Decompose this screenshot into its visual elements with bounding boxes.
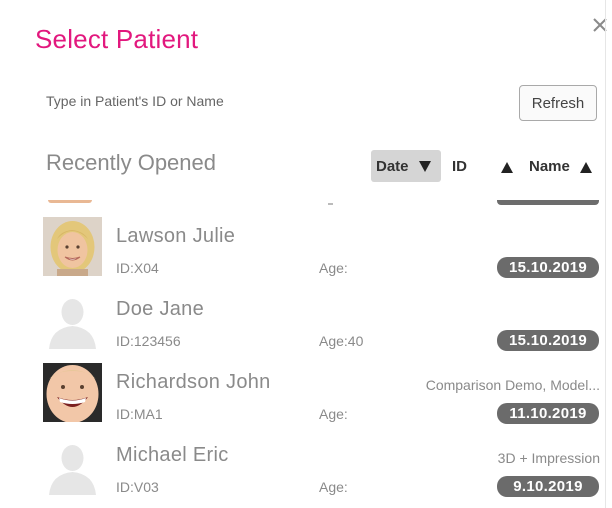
close-icon[interactable] <box>589 14 611 36</box>
patient-note: 3D + Impression <box>497 450 600 466</box>
patient-name: Doe Jane <box>116 298 205 320</box>
dialog-title: Select Patient <box>35 24 199 54</box>
patient-photo-icon <box>43 363 102 422</box>
sort-descending-icon <box>418 160 431 172</box>
patient-name: Lawson Julie <box>116 225 236 247</box>
date-badge: 9.10.2019 <box>497 476 599 497</box>
user-placeholder-icon <box>49 445 96 495</box>
avatar <box>43 436 102 495</box>
list-item[interactable]: Michael Eric 3D + Impression ID:V03 Age:… <box>0 419 606 497</box>
avatar <box>43 363 102 422</box>
patient-name: Richardson John <box>116 371 271 393</box>
list-item[interactable]: Richardson John Comparison Demo, Model..… <box>0 346 606 424</box>
sort-by-date-button[interactable]: Date <box>371 150 441 182</box>
patient-photo-icon <box>43 217 102 276</box>
sort-ascending-icon[interactable] <box>580 162 592 173</box>
sort-by-name-button[interactable]: Name <box>529 158 570 175</box>
list-item[interactable]: Doe Jane ID:123456 Age:40 15.10.2019 <box>0 273 606 351</box>
list-item[interactable]: Lawson Julie ID:X04 Age: 15.10.2019 <box>0 200 606 278</box>
patient-id: ID:V03 <box>116 479 159 495</box>
avatar <box>43 217 102 276</box>
patient-age: Age: <box>319 479 348 495</box>
sort-ascending-icon[interactable] <box>501 162 513 173</box>
sort-date-label: Date <box>376 157 409 175</box>
avatar <box>43 290 102 349</box>
refresh-button[interactable]: Refresh <box>519 85 597 121</box>
search-input[interactable]: Type in Patient's ID or Name <box>46 93 224 109</box>
user-placeholder-icon <box>49 299 96 349</box>
patient-name: Michael Eric <box>116 444 229 466</box>
sort-by-id-button[interactable]: ID <box>452 158 467 175</box>
recently-opened-heading: Recently Opened <box>46 150 216 175</box>
patient-list[interactable]: Lawson Julie ID:X04 Age: 15.10.2019 Doe … <box>0 200 606 508</box>
patient-note: Comparison Demo, Model... <box>425 377 600 393</box>
select-patient-dialog: Select Patient Type in Patient's ID or N… <box>0 0 612 508</box>
